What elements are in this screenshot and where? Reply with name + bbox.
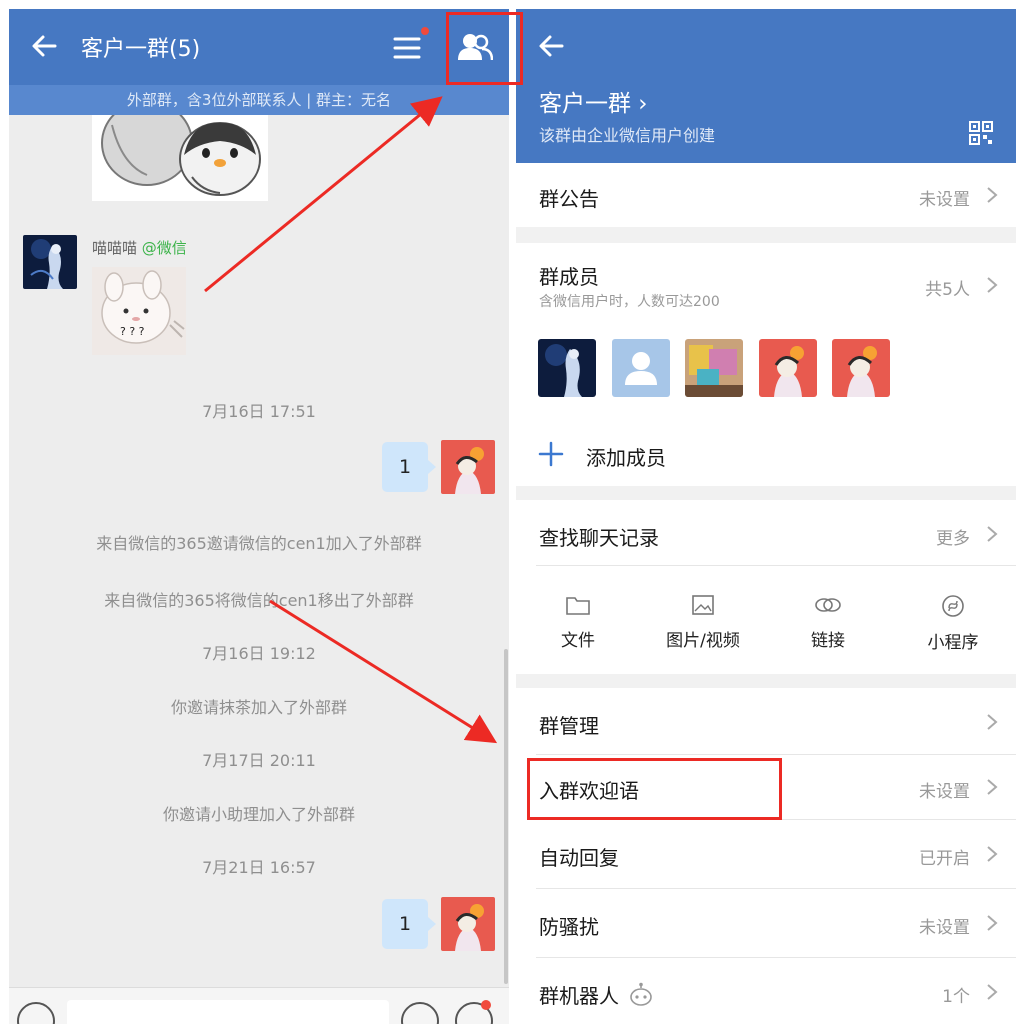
annotation-arrows (204, 96, 498, 744)
arrow-to-members-button (204, 96, 443, 293)
arrow-to-welcome-message (269, 599, 498, 744)
